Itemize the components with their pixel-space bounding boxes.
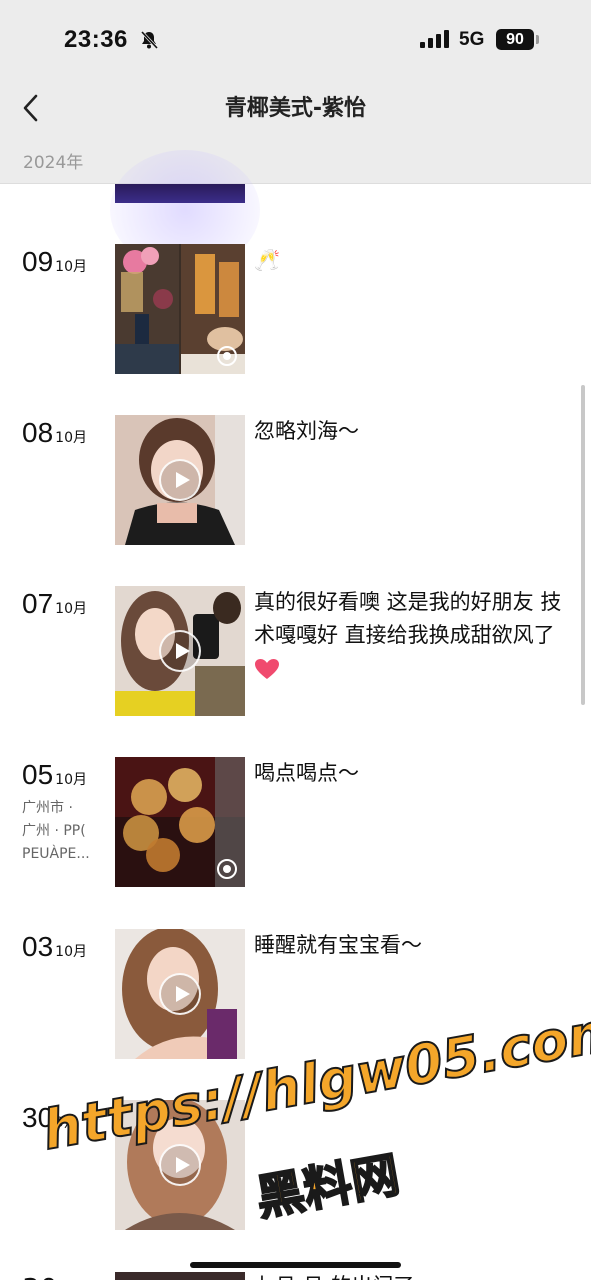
post-item[interactable]: 05 10月 广州市 · 广州 · PP( PEUÀPE... 喝点喝点～ (0, 757, 591, 887)
play-icon[interactable] (159, 973, 201, 1015)
next-post-day: 30 (22, 1272, 58, 1280)
live-photo-icon (217, 346, 237, 366)
post-item[interactable]: 09 10月 🥂 (0, 244, 591, 374)
play-icon[interactable] (159, 459, 201, 501)
post-photo-thumbnail[interactable] (115, 757, 245, 887)
post-item[interactable]: 08 10月 忽略刘海～ (0, 415, 591, 545)
post-caption: 忽略刘海～ (254, 419, 359, 443)
next-post-thumbnail[interactable] (115, 1272, 245, 1280)
post-date: 07 10月 (22, 588, 87, 620)
post-item[interactable]: 07 10月 真的很好看噢 这是我的好朋友 技术嘎嘎好 直接给我换成甜欲风了 (0, 586, 591, 716)
next-post-caption: 七月 月 的出门了 (254, 1270, 414, 1280)
status-bar: 23:36 5G 90 (0, 0, 591, 80)
post-date: 05 10月 (22, 759, 87, 791)
home-indicator[interactable] (190, 1262, 401, 1268)
play-icon[interactable] (159, 1144, 201, 1186)
post-month: 10月 (55, 430, 87, 446)
post-caption: 🥂 (254, 248, 281, 272)
post-day: 08 (22, 417, 54, 448)
post-month: 10月 (55, 259, 87, 275)
network-type: 5G (459, 29, 485, 50)
post-day: 07 (22, 588, 54, 619)
post-month: 10月 (55, 601, 87, 617)
previous-post-thumbnail[interactable] (115, 184, 245, 203)
post-date: 09 10月 (22, 246, 87, 278)
signal-icon (420, 30, 449, 48)
page-title: 青椰美式-紫怡 (224, 96, 367, 121)
heart-emoji-icon (255, 659, 279, 679)
year-label: 2024年 (23, 153, 84, 173)
bell-muted-icon (140, 30, 159, 50)
location-line: 广州市 · (22, 800, 73, 816)
post-location[interactable]: 广州市 · 广州 · PP( PEUÀPE... (22, 797, 106, 866)
post-caption-text: 真的很好看噢 这是我的好朋友 技术嘎嘎好 直接给我换成甜欲风了 (254, 590, 562, 647)
post-day: 03 (22, 931, 54, 962)
post-day: 09 (22, 246, 54, 277)
post-caption: 睡醒就有宝宝看～ (254, 933, 422, 957)
post-date: 03 10月 (22, 931, 87, 963)
post-video-thumbnail[interactable] (115, 929, 245, 1059)
post-month: 10月 (55, 944, 87, 960)
play-icon[interactable] (159, 630, 201, 672)
nav-header: 青椰美式-紫怡 2024年 (0, 80, 591, 270)
live-photo-icon (217, 859, 237, 879)
location-line: PEUÀPE... (22, 846, 90, 862)
post-caption: 真的很好看噢 这是我的好朋友 技术嘎嘎好 直接给我换成甜欲风了 (254, 586, 564, 685)
post-video-thumbnail[interactable] (115, 586, 245, 716)
post-date: 08 10月 (22, 417, 87, 449)
battery-cap (536, 35, 539, 44)
post-caption: 喝点喝点～ (254, 761, 359, 785)
clock: 23:36 (64, 26, 128, 53)
location-line: 广州 · PP( (22, 823, 86, 839)
post-day: 05 (22, 759, 54, 790)
post-month: 10月 (55, 772, 87, 788)
battery-icon: 90 (496, 29, 534, 50)
post-photo-grid[interactable] (115, 244, 245, 374)
post-video-thumbnail[interactable] (115, 415, 245, 545)
